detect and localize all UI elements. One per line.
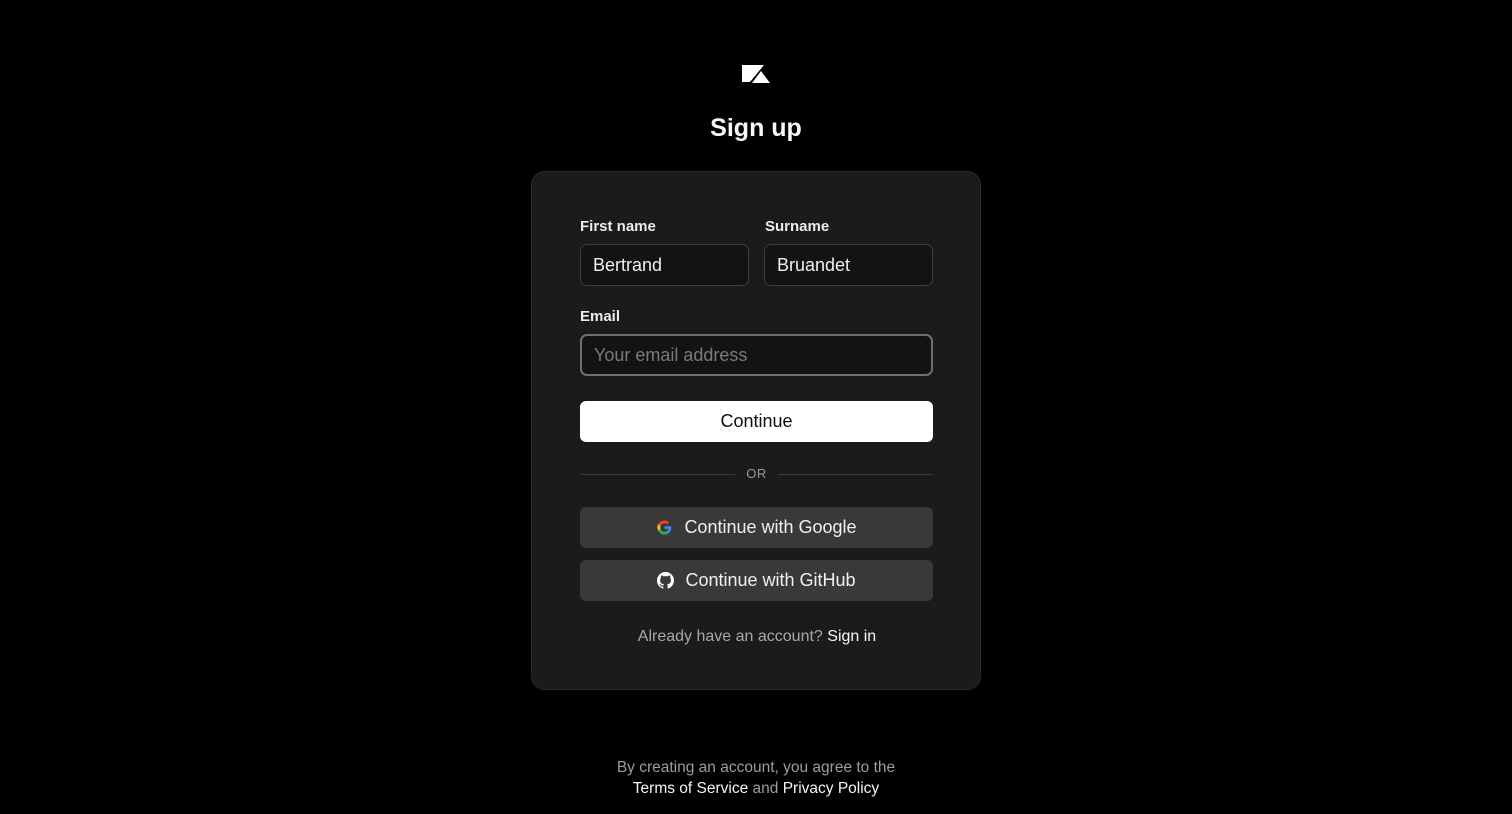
email-field[interactable] xyxy=(580,334,933,376)
divider-line-right xyxy=(778,474,933,475)
signup-card: First name Surname Email Continue OR Con… xyxy=(531,171,981,690)
legal-footer: By creating an account, you agree to the… xyxy=(0,757,1512,799)
google-icon xyxy=(656,519,673,536)
terms-of-service-link[interactable]: Terms of Service xyxy=(633,780,748,797)
legal-text: By creating an account, you agree to the xyxy=(616,759,896,776)
continue-button[interactable]: Continue xyxy=(580,401,933,442)
privacy-policy-link[interactable]: Privacy Policy xyxy=(783,780,879,797)
surname-label: Surname xyxy=(765,218,830,235)
first-name-label: First name xyxy=(580,218,656,235)
github-icon xyxy=(657,572,675,589)
or-divider: OR xyxy=(580,465,933,485)
continue-with-github-button[interactable]: Continue with GitHub xyxy=(580,560,933,601)
signin-row: Already have an account? Sign in xyxy=(532,628,982,646)
google-button-label: Continue with Google xyxy=(684,517,857,537)
signin-prompt: Already have an account? xyxy=(637,628,823,645)
signin-link[interactable]: Sign in xyxy=(827,628,876,645)
surname-field[interactable] xyxy=(764,244,933,286)
email-label: Email xyxy=(580,308,621,325)
page-title: Sign up xyxy=(710,114,802,142)
github-button-label: Continue with GitHub xyxy=(685,570,856,590)
zed-logo-icon xyxy=(742,65,770,83)
legal-and-text: and xyxy=(752,780,779,797)
first-name-field[interactable] xyxy=(580,244,749,286)
continue-with-google-button[interactable]: Continue with Google xyxy=(580,507,933,548)
